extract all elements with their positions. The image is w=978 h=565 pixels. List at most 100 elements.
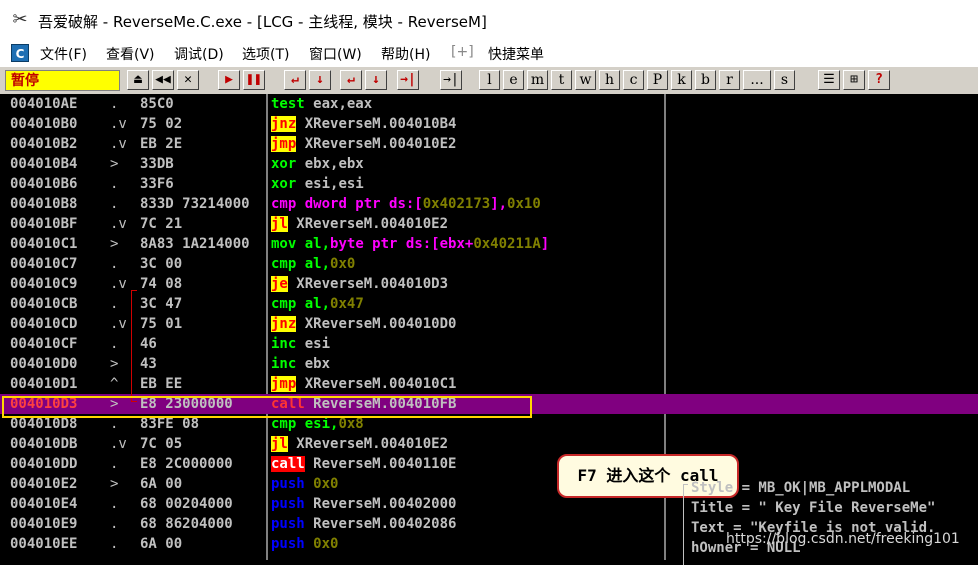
address: 004010C1 [10, 236, 78, 252]
menu-help[interactable]: 帮助(H) [381, 44, 430, 64]
operand: XReverseM.004010E2 [296, 216, 449, 232]
disasm-row[interactable]: 004010B2 .v EB 2E jmp XReverseM.004010E2 [0, 134, 978, 154]
disasm-row[interactable]: 004010DD. E8 2C000000 call ReverseM.004011… [0, 454, 978, 474]
cpu-window-icon[interactable]: C [11, 44, 29, 62]
mnemonic: jnz [271, 116, 297, 132]
restart-icon[interactable]: ◀◀ [152, 70, 174, 90]
disassembly-pane[interactable]: 004010AE. 85C0 test eax,eax 004010B0 .v 75 02… [0, 94, 978, 565]
menu-plus[interactable]: [+] [451, 44, 474, 60]
run-icon[interactable]: ▶ [218, 70, 240, 90]
disasm-row[interactable]: 004010CB. 3C 47 cmp al,0x47 [0, 294, 978, 314]
source-window-button[interactable]: s [774, 70, 795, 90]
address: 004010CB [10, 296, 78, 312]
instruction: cmp dword ptr ds:[0x402173],0x10 [271, 194, 663, 214]
breakpoints-window-button[interactable]: b [695, 70, 716, 90]
operand: 0x47 [330, 296, 364, 312]
comment-line: Style = MB_OK|MB_APPLMODAL [691, 480, 911, 496]
disasm-row[interactable]: 004010D0 >43 inc ebx [0, 354, 978, 374]
address: 004010AE [10, 96, 78, 112]
close-icon[interactable]: ✕ [177, 70, 199, 90]
address: 004010B0 [10, 116, 78, 132]
mnemonic: push [271, 516, 305, 532]
references-window-button[interactable]: r [719, 70, 740, 90]
callstack-window-button[interactable]: k [671, 70, 692, 90]
memory-window-button[interactable]: m [527, 70, 548, 90]
address: 004010C7 [10, 256, 78, 272]
hex-bytes: 8A83 1A214000 [140, 236, 250, 252]
menu-window[interactable]: 窗口(W) [309, 44, 362, 64]
mnemonic: inc [271, 336, 297, 352]
jump-arrow-line [131, 290, 137, 402]
hex-bytes: 43 [140, 356, 157, 372]
step-over-icon[interactable]: ↓ [309, 70, 331, 90]
instruction: jl XReverseM.004010E2 [271, 214, 663, 234]
disasm-row[interactable]: 004010B4 >33DB xor ebx,ebx [0, 154, 978, 174]
hex-bytes: 3C 47 [140, 296, 183, 312]
disasm-row[interactable]: 004010AE. 85C0 test eax,eax [0, 94, 978, 114]
mnemonic: inc [271, 356, 297, 372]
address: 004010B4 [10, 156, 78, 172]
disasm-row[interactable]: 004010BF .v 7C 21 jl XReverseM.004010E2 [0, 214, 978, 234]
operand: 0x0 [313, 476, 339, 492]
run-trace-button[interactable]: ... [743, 70, 771, 90]
instruction: jmp XReverseM.004010E2 [271, 134, 663, 154]
trace-over-icon[interactable]: ↓ [365, 70, 387, 90]
watermark: https://blog.csdn.net/freeking101 [726, 531, 960, 547]
instruction: push 0x0 [271, 534, 663, 554]
mnemonic: cmp [271, 296, 297, 312]
operand: XReverseM.004010E2 [296, 436, 449, 452]
step-into-icon[interactable]: ↵ [284, 70, 306, 90]
jump-marker: > [110, 156, 119, 172]
disasm-row[interactable]: 004010CF. 46 inc esi [0, 334, 978, 354]
menu-shortcuts[interactable]: 快捷菜单 [488, 44, 544, 64]
pause-icon[interactable]: ❚❚ [243, 70, 265, 90]
address: 004010EE [10, 536, 78, 552]
disasm-row[interactable]: 004010DB .v 7C 05 jl XReverseM.004010E2 [0, 434, 978, 454]
disasm-row[interactable]: 004010B0 .v 75 02 jnz XReverseM.004010B4 [0, 114, 978, 134]
disasm-row[interactable]: 004010B6. 33F6 xor esi,esi [0, 174, 978, 194]
jump-marker: > [110, 476, 119, 492]
jump-marker: > [110, 356, 119, 372]
modules-window-button[interactable]: e [503, 70, 524, 90]
grid-icon[interactable]: ⊞ [843, 70, 865, 90]
menu-file[interactable]: 文件(F) [40, 44, 87, 64]
menu-view[interactable]: 查看(V) [106, 44, 155, 64]
instruction: je XReverseM.004010D3 [271, 274, 663, 294]
disasm-row[interactable]: 004010CD .v 75 01 jnz XReverseM.004010D0 [0, 314, 978, 334]
operand: 0x40211A [473, 236, 541, 252]
trace-into-icon[interactable]: ↵ [340, 70, 362, 90]
jump-marker: .v [110, 216, 127, 232]
disasm-row[interactable]: 004010B8. 833D 73214000 cmp dword ptr ds:[… [0, 194, 978, 214]
highlight-box [2, 396, 532, 418]
address: 004010DD [10, 456, 78, 472]
disasm-row[interactable]: 004010C1 >8A83 1A214000 mov al,byte ptr ds… [0, 234, 978, 254]
jump-marker: .v [110, 316, 127, 332]
mnemonic: xor [271, 156, 297, 172]
patches-window-button[interactable]: P [647, 70, 668, 90]
cpu-window-button[interactable]: c [623, 70, 644, 90]
instruction: jnz XReverseM.004010D0 [271, 314, 663, 334]
operand: 0x8 [338, 416, 364, 432]
open-icon[interactable]: ⏏ [127, 70, 149, 90]
jump-marker: . [110, 516, 119, 532]
jump-marker: . [110, 256, 119, 272]
menu-debug[interactable]: 调试(D) [174, 44, 224, 64]
log-window-button[interactable]: l [479, 70, 500, 90]
goto-icon[interactable]: →| [440, 70, 462, 90]
handles-window-button[interactable]: h [599, 70, 620, 90]
comment-brace [683, 484, 688, 565]
jump-marker: . [110, 196, 119, 212]
execute-till-return-icon[interactable]: →| [397, 70, 419, 90]
address: 004010BF [10, 216, 78, 232]
threads-window-button[interactable]: t [551, 70, 572, 90]
operand: ReverseM.00402000 [313, 496, 457, 512]
disasm-row[interactable]: 004010D1 ^ EB EE jmp XReverseM.004010C1 [0, 374, 978, 394]
list-icon[interactable]: ☰ [818, 70, 840, 90]
windows-window-button[interactable]: w [575, 70, 596, 90]
operand: 0x402173 [422, 196, 491, 212]
disasm-row[interactable]: 004010C7. 3C 00 cmp al,0x0 [0, 254, 978, 274]
menu-options[interactable]: 选项(T) [242, 44, 289, 64]
address: 004010DB [10, 436, 78, 452]
help-icon[interactable]: ? [868, 70, 890, 90]
disasm-row[interactable]: 004010C9 .v 74 08 je XReverseM.004010D3 [0, 274, 978, 294]
